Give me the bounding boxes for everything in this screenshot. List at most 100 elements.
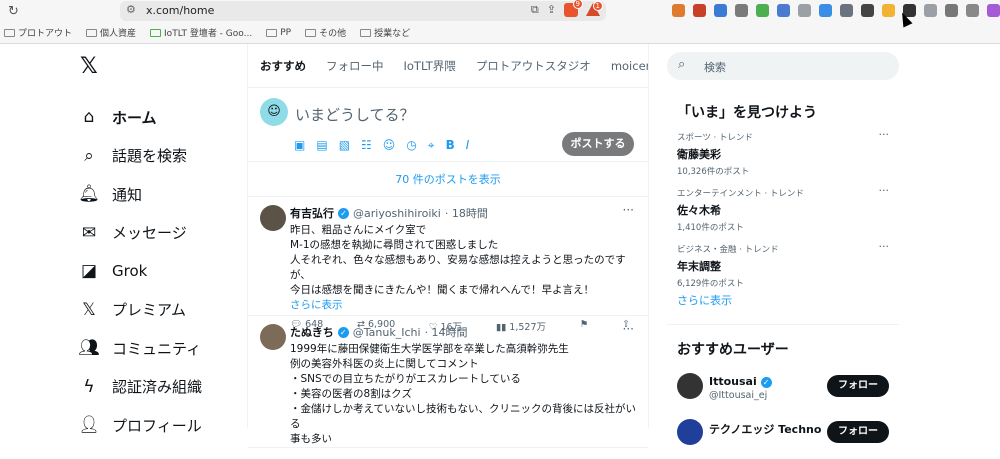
extension-icon[interactable] xyxy=(693,4,706,17)
tweet-time[interactable]: · 18時間 xyxy=(445,205,488,221)
extension-icon[interactable] xyxy=(777,4,790,17)
avatar[interactable] xyxy=(677,373,703,399)
bookmark-item[interactable]: IoTLT 登壇者 - Goo... xyxy=(150,26,252,39)
more-options-icon[interactable]: ··· xyxy=(879,240,890,253)
bookmark-item[interactable]: その他 xyxy=(305,26,346,39)
suggested-user[interactable]: テクノエッジ Techno フォロー xyxy=(677,413,899,459)
divider xyxy=(667,324,899,325)
tab-iotlt[interactable]: IoTLT界隈 xyxy=(404,58,456,74)
shield-badge: 9 xyxy=(572,0,583,9)
location-icon[interactable]: ⌖ xyxy=(428,138,435,153)
trend-item[interactable]: スポーツ · トレンド 衛藤美彩 10,326件のポスト ··· xyxy=(677,122,899,178)
bookmark-item[interactable]: プロトアウト xyxy=(4,26,72,39)
bookmark-item[interactable]: 個人資産 xyxy=(86,26,136,39)
image-icon[interactable]: ▣ xyxy=(294,138,305,153)
search-placeholder: 検索 xyxy=(704,61,726,74)
tab-following[interactable]: フォロー中 xyxy=(326,58,384,74)
sidebar-item-profile[interactable]: 👤︎ プロフィール xyxy=(78,406,228,445)
show-new-posts-link[interactable]: 70 件のポストを表示 xyxy=(248,162,648,197)
sidebar-item-communities[interactable]: 👥︎ コミュニティ xyxy=(78,329,228,368)
extension-icon[interactable] xyxy=(756,4,769,17)
poll-icon[interactable]: ☷ xyxy=(361,138,372,153)
camera-icon[interactable] xyxy=(735,4,748,17)
folder-icon xyxy=(305,28,317,37)
bold-icon[interactable]: B xyxy=(446,138,455,153)
address-bar[interactable]: ⚙ x.com/home ⧉ ⇪ 9 1 xyxy=(120,0,606,21)
envelope-icon: ✉ xyxy=(81,222,97,243)
sidebar-item-explore[interactable]: ⌕ 話題を検索 xyxy=(78,137,228,176)
sidebar-item-messages[interactable]: ✉ メッセージ xyxy=(78,214,228,253)
brave-shield-icon[interactable]: 9 xyxy=(564,0,583,17)
tweet-handle[interactable]: @ariyoshihiroiki xyxy=(353,207,441,220)
puzzle-icon[interactable] xyxy=(966,4,979,17)
sidebar-item-home[interactable]: ⌂ ホーム xyxy=(78,98,228,137)
suggested-user[interactable]: Ittousai ✓ @Ittousai_ej フォロー xyxy=(677,367,899,413)
tweet-handle[interactable]: @Tanuk_Ichi xyxy=(353,326,421,339)
site-settings-icon[interactable]: ⚙ xyxy=(126,3,136,16)
tab-moicen[interactable]: moicen xyxy=(611,59,648,73)
music-icon[interactable] xyxy=(945,4,958,17)
open-external-icon[interactable]: ⧉ xyxy=(531,3,539,17)
bookmark-item[interactable]: 授業など xyxy=(360,26,410,39)
compose-input[interactable]: いまどうしてる？ xyxy=(295,104,415,125)
sidebar-item-notifications[interactable]: 🔔︎ 通知 xyxy=(78,175,228,214)
trends-title: 「いま」を見つけよう xyxy=(677,105,817,121)
sidebar-nav: 𝕏 ⌂ ホーム ⌕ 話題を検索 🔔︎ 通知 ✉ メッセージ ◪ Grok 𝕏 プレミアム 👥… xyxy=(78,54,228,445)
tweet-time[interactable]: · 14時間 xyxy=(425,324,468,340)
search-icon: ⌕ xyxy=(84,145,94,166)
avatar[interactable] xyxy=(260,205,286,231)
gif-icon[interactable]: ▤ xyxy=(316,138,327,153)
trend-item[interactable]: エンターテインメント · トレンド 佐々木希 1,410件のポスト ··· xyxy=(677,178,899,234)
tweet-author-name[interactable]: たぬきち xyxy=(290,324,334,340)
tweet-text: 1999年に藤田保健衛生大学医学部を卒業した高須幹弥先生 例の美容外科医の炎上に… xyxy=(290,343,636,445)
sidebar-item-grok[interactable]: ◪ Grok xyxy=(78,252,228,291)
composer-toolbar: ▣ ▤ ▧ ☷ ☺ ◷ ⌖ B I xyxy=(294,138,469,153)
italic-icon[interactable]: I xyxy=(466,138,470,153)
sidebar-item-verified-orgs[interactable]: ϟ 認証済み組織 xyxy=(78,368,228,407)
schedule-icon[interactable]: ◷ xyxy=(406,138,416,153)
x-logo-icon[interactable]: 𝕏 xyxy=(80,54,228,80)
emoji-icon[interactable]: ☺ xyxy=(383,138,396,153)
read-more-link[interactable]: さらに表示 xyxy=(290,298,636,313)
follow-button[interactable]: フォロー xyxy=(827,375,889,397)
extension-icon[interactable] xyxy=(987,4,1000,17)
avatar[interactable]: ☺ xyxy=(260,98,288,126)
tweet[interactable]: 有吉弘行 ✓ @ariyoshihiroiki · 18時間 ··· 昨日、粗品… xyxy=(248,197,648,333)
rewards-warning-icon[interactable]: 1 xyxy=(586,1,603,16)
more-options-icon[interactable]: ··· xyxy=(623,203,634,217)
extension-icon[interactable] xyxy=(672,4,685,17)
verified-badge-icon: ✓ xyxy=(338,207,349,219)
search-input[interactable]: ⌕ 検索 xyxy=(667,52,899,80)
pen-icon[interactable] xyxy=(861,4,874,17)
user-name[interactable]: テクノエッジ Techno xyxy=(709,421,821,437)
grok-compose-icon[interactable]: ▧ xyxy=(339,138,350,153)
reload-icon[interactable]: ↻ xyxy=(8,4,19,19)
url-text[interactable]: x.com/home xyxy=(146,4,214,17)
more-options-icon[interactable]: ··· xyxy=(623,322,634,336)
follow-button[interactable]: フォロー xyxy=(827,421,889,443)
extension-icon[interactable] xyxy=(714,4,727,17)
extension-icon[interactable] xyxy=(819,4,832,17)
trends-see-more-link[interactable]: さらに表示 xyxy=(677,290,899,308)
extension-icon[interactable] xyxy=(840,4,853,17)
tweet-author-name[interactable]: 有吉弘行 xyxy=(290,205,334,221)
post-button[interactable]: ポストする xyxy=(562,132,634,156)
more-options-icon[interactable]: ··· xyxy=(879,128,890,141)
share-icon[interactable]: ⇪ xyxy=(547,3,556,17)
trend-item[interactable]: ビジネス・金融 · トレンド 年末調整 6,129件のポスト ··· xyxy=(677,234,899,290)
avatar[interactable] xyxy=(260,324,286,350)
extension-icon[interactable] xyxy=(882,4,895,17)
tab-protoout-studio[interactable]: プロトアウトスタジオ xyxy=(476,58,591,74)
avatar[interactable] xyxy=(677,419,703,445)
folder-icon xyxy=(86,28,98,37)
who-to-follow-title: おすすめユーザー xyxy=(677,342,789,358)
sidebar-item-premium[interactable]: 𝕏 プレミアム xyxy=(78,291,228,330)
tweet[interactable]: たぬきち ✓ @Tanuk_Ichi · 14時間 ··· 1999年に藤田保健… xyxy=(248,316,648,448)
bookmark-item[interactable]: PP xyxy=(266,26,291,39)
person-icon: 👤︎ xyxy=(78,415,100,436)
extension-icon[interactable] xyxy=(798,4,811,17)
tab-for-you[interactable]: おすすめ xyxy=(260,58,306,74)
more-options-icon[interactable]: ··· xyxy=(879,184,890,197)
user-name[interactable]: Ittousai ✓ xyxy=(709,375,772,388)
extension-icon[interactable] xyxy=(924,4,937,17)
